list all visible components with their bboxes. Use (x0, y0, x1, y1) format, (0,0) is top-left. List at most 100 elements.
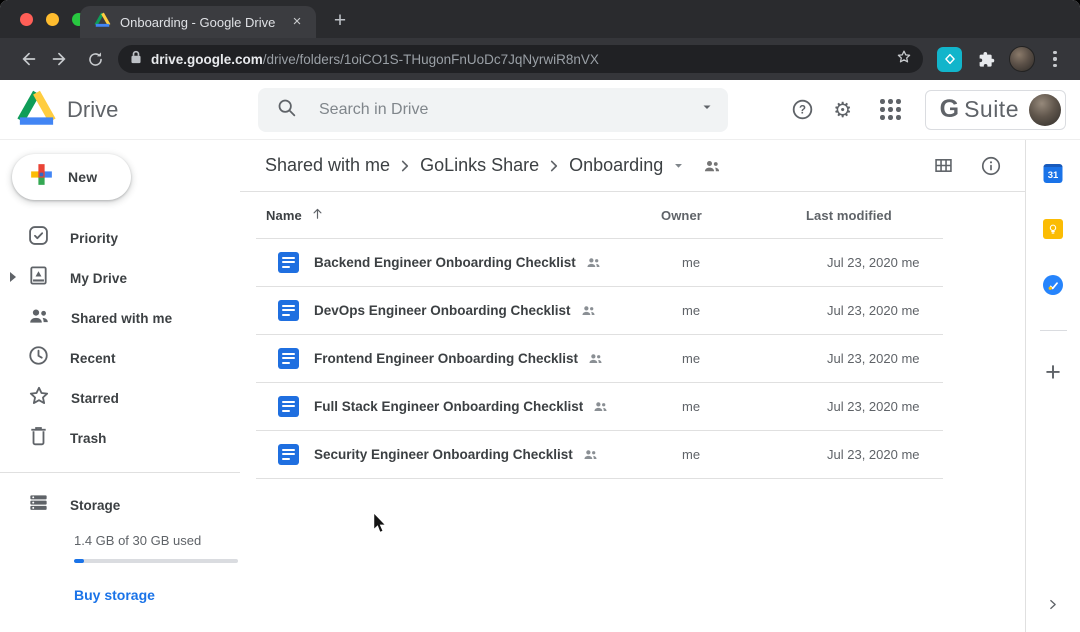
gsuite-label: Suite (964, 96, 1019, 123)
file-name-cell[interactable]: Frontend Engineer Onboarding Checklist (299, 350, 682, 367)
file-row[interactable]: Backend Engineer Onboarding Checklist me… (256, 239, 943, 287)
browser-tab[interactable]: Onboarding - Google Drive × (80, 6, 316, 38)
new-plus-icon (27, 160, 56, 194)
right-app-rail: 31 + (1025, 140, 1080, 632)
column-header-name[interactable]: Name (266, 206, 661, 224)
sidebar-item-my-drive[interactable]: My Drive (0, 258, 240, 298)
storage-usage-text: 1.4 GB of 30 GB used (74, 533, 240, 548)
account-avatar[interactable] (1029, 94, 1061, 126)
sidebar-item-priority[interactable]: Priority (0, 218, 240, 258)
breadcrumb-golinks-share[interactable]: GoLinks Share (420, 155, 539, 176)
file-modified: Jul 23, 2020 me (819, 351, 943, 366)
clock-icon (27, 344, 50, 372)
folder-shared-icon (702, 156, 722, 176)
url-text: drive.google.com/drive/folders/1oiCO1S-T… (151, 52, 895, 67)
gsuite-g-logo: G (940, 95, 959, 124)
chevron-right-icon (543, 155, 565, 177)
breadcrumb-shared-with-me[interactable]: Shared with me (265, 155, 390, 176)
file-owner: me (682, 351, 819, 366)
add-addon-icon[interactable]: + (1045, 358, 1061, 386)
forward-icon[interactable] (46, 44, 76, 74)
new-button[interactable]: New (12, 154, 131, 200)
sidebar-item-trash[interactable]: Trash (0, 418, 240, 458)
grid-view-icon[interactable] (923, 146, 963, 186)
google-apps-grid-icon[interactable] (871, 90, 911, 130)
calendar-icon[interactable]: 31 (1044, 164, 1063, 183)
back-icon[interactable] (12, 44, 42, 74)
folder-menu-caret-icon[interactable] (671, 158, 686, 173)
file-name: Backend Engineer Onboarding Checklist (314, 255, 576, 270)
sidebar-item-storage[interactable]: Storage (0, 487, 240, 523)
file-row[interactable]: Security Engineer Onboarding Checklist m… (256, 431, 943, 479)
file-name: DevOps Engineer Onboarding Checklist (314, 303, 571, 318)
search-input[interactable]: Search in Drive (319, 101, 700, 119)
drive-favicon (94, 12, 111, 32)
file-name: Security Engineer Onboarding Checklist (314, 447, 573, 462)
file-list: Backend Engineer Onboarding Checklist me… (256, 239, 943, 479)
file-modified: Jul 23, 2020 me (819, 447, 943, 462)
keep-icon[interactable] (1043, 219, 1063, 239)
file-name-cell[interactable]: Full Stack Engineer Onboarding Checklist (299, 398, 682, 415)
sidebar-item-shared-with-me[interactable]: Shared with me (0, 298, 240, 338)
gsuite-account-badge[interactable]: G Suite (925, 90, 1066, 130)
file-owner: me (682, 303, 819, 318)
google-docs-icon (278, 300, 299, 321)
tab-close-icon[interactable]: × (288, 13, 306, 31)
help-icon[interactable]: ? (783, 90, 823, 130)
golinks-extension-icon[interactable] (937, 47, 962, 72)
priority-icon (27, 224, 50, 252)
shared-people-icon (27, 304, 51, 333)
sidebar-item-starred[interactable]: Starred (0, 378, 240, 418)
address-bar[interactable]: drive.google.com/drive/folders/1oiCO1S-T… (118, 45, 923, 73)
chrome-menu-icon[interactable] (1043, 44, 1067, 74)
window-close-button[interactable] (20, 13, 33, 26)
browser-avatar-photo (1009, 46, 1035, 72)
info-icon[interactable] (971, 146, 1011, 186)
window-minimize-button[interactable] (46, 13, 59, 26)
browser-toolbar: drive.google.com/drive/folders/1oiCO1S-T… (0, 38, 1080, 80)
browser-avatar[interactable] (1007, 44, 1037, 74)
drive-logo-icon (16, 89, 57, 130)
search-options-caret-icon[interactable] (700, 100, 714, 119)
reload-icon[interactable] (80, 44, 110, 74)
storage-meter (74, 559, 238, 563)
my-drive-icon (27, 264, 50, 292)
file-name-cell[interactable]: Backend Engineer Onboarding Checklist (299, 254, 682, 271)
file-shared-icon (580, 302, 597, 319)
drive-wordmark: Drive (67, 97, 118, 123)
file-row[interactable]: DevOps Engineer Onboarding Checklist me … (256, 287, 943, 335)
column-header-owner[interactable]: Owner (661, 208, 798, 223)
file-name: Frontend Engineer Onboarding Checklist (314, 351, 578, 366)
file-row[interactable]: Full Stack Engineer Onboarding Checklist… (256, 383, 943, 431)
file-shared-icon (592, 398, 609, 415)
sidebar: New Priority My Drive Shared with m (0, 140, 240, 632)
search-bar[interactable]: Search in Drive (258, 88, 728, 132)
sort-ascending-icon[interactable] (310, 206, 325, 224)
google-docs-icon (278, 252, 299, 273)
breadcrumb-onboarding[interactable]: Onboarding (569, 155, 663, 176)
drive-header: Drive Search in Drive ? ⚙ G Suite (0, 80, 1080, 140)
file-name-cell[interactable]: Security Engineer Onboarding Checklist (299, 446, 682, 463)
bookmark-star-icon[interactable] (895, 48, 913, 71)
drive-logo-home[interactable]: Drive (0, 89, 240, 130)
sidebar-item-recent[interactable]: Recent (0, 338, 240, 378)
google-docs-icon (278, 396, 299, 417)
buy-storage-link[interactable]: Buy storage (74, 587, 155, 603)
tab-strip: Onboarding - Google Drive × + (0, 0, 1080, 38)
extensions-puzzle-icon[interactable] (971, 44, 1001, 74)
search-icon[interactable] (276, 97, 297, 123)
svg-text:?: ? (799, 105, 806, 117)
expand-arrow-icon[interactable] (10, 272, 16, 282)
file-row[interactable]: Frontend Engineer Onboarding Checklist m… (256, 335, 943, 383)
collapse-panel-chevron-icon[interactable] (1045, 596, 1062, 618)
file-owner: me (682, 447, 819, 462)
table-header: Name Owner Last modified (256, 192, 943, 239)
column-header-modified[interactable]: Last modified (798, 208, 943, 223)
tab-title: Onboarding - Google Drive (120, 15, 288, 30)
settings-gear-icon[interactable]: ⚙ (823, 90, 863, 130)
new-tab-button[interactable]: + (326, 8, 354, 36)
star-icon (27, 384, 51, 413)
file-owner: me (682, 255, 819, 270)
file-name-cell[interactable]: DevOps Engineer Onboarding Checklist (299, 302, 682, 319)
tasks-icon[interactable] (1043, 275, 1063, 295)
